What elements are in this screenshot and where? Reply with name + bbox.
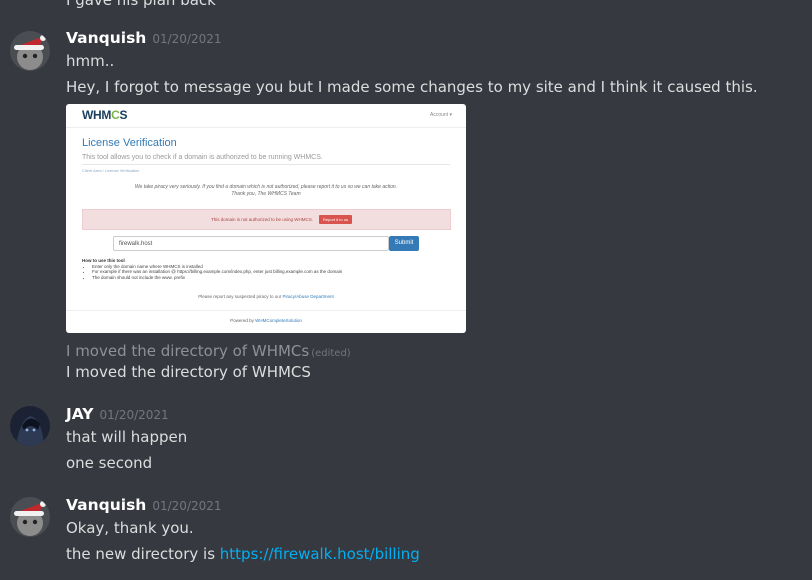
- notice-line: Thank you, The WHMCS Team: [231, 191, 301, 197]
- message-text: Hey, I forgot to message you but I made …: [66, 78, 758, 96]
- footer-powered: Powered by WHMCompleteSolution: [230, 318, 302, 323]
- alert-text: This domain is not authorized to be usin…: [211, 217, 314, 222]
- submit-button: Submit: [389, 236, 419, 251]
- directory-link[interactable]: https://firewalk.host/billing: [220, 545, 420, 563]
- avatar-vanquish[interactable]: [10, 31, 50, 71]
- edited-tag: (edited): [311, 348, 351, 359]
- breadcrumb: Client Area / License Verification: [82, 168, 140, 173]
- attachment-title: License Verification: [82, 137, 177, 149]
- message-text: that will happen: [66, 428, 188, 446]
- howto-section: How to use this tool Enter only the doma…: [82, 258, 342, 280]
- message-text: hmm..: [66, 52, 115, 70]
- attachment-header: WHMCS Account ▾: [66, 104, 466, 128]
- message-text: I moved the directory of WHMCs (edited): [66, 342, 351, 360]
- author-name[interactable]: Vanquish 01/20/2021: [66, 496, 222, 514]
- avatar-jay[interactable]: [10, 406, 50, 446]
- timestamp: 01/20/2021: [152, 32, 222, 46]
- attachment-subtitle: This tool allows you to check if a domai…: [82, 154, 323, 161]
- divider: [66, 310, 466, 311]
- message-text: I moved the directory of WHMCS: [66, 363, 311, 381]
- report-button: Report it to us: [319, 215, 352, 224]
- message-text: one second: [66, 454, 153, 472]
- domain-input: firewalk.host: [113, 236, 389, 251]
- author-name[interactable]: JAY 01/20/2021: [66, 405, 169, 423]
- message-text: Okay, thank you.: [66, 519, 194, 537]
- dark-character-avatar-icon: [10, 406, 50, 446]
- error-alert: This domain is not authorized to be usin…: [82, 209, 451, 230]
- footer-report: Please report any suspected piracy to ou…: [198, 294, 334, 299]
- santa-cat-avatar-icon: [10, 31, 50, 71]
- clipped-message: I gave his plan back: [66, 0, 216, 9]
- timestamp: 01/20/2021: [99, 408, 169, 422]
- howto-item: For example if there was an installation…: [92, 269, 342, 275]
- avatar-vanquish[interactable]: [10, 497, 50, 537]
- divider: [82, 164, 450, 165]
- howto-title: How to use this tool: [82, 258, 125, 263]
- account-menu: Account ▾: [430, 112, 452, 118]
- author-name[interactable]: Vanquish 01/20/2021: [66, 29, 222, 47]
- message-text: the new directory is https://firewalk.ho…: [66, 545, 420, 563]
- howto-item: The domain should not include the www. p…: [92, 275, 342, 281]
- notice-line: We take piracy very seriously. If you fi…: [134, 184, 398, 190]
- timestamp: 01/20/2021: [152, 499, 222, 513]
- whmcs-logo: WHMCS: [82, 108, 128, 122]
- santa-cat-avatar-icon: [10, 497, 50, 537]
- image-attachment[interactable]: WHMCS Account ▾ License Verification Thi…: [66, 104, 466, 333]
